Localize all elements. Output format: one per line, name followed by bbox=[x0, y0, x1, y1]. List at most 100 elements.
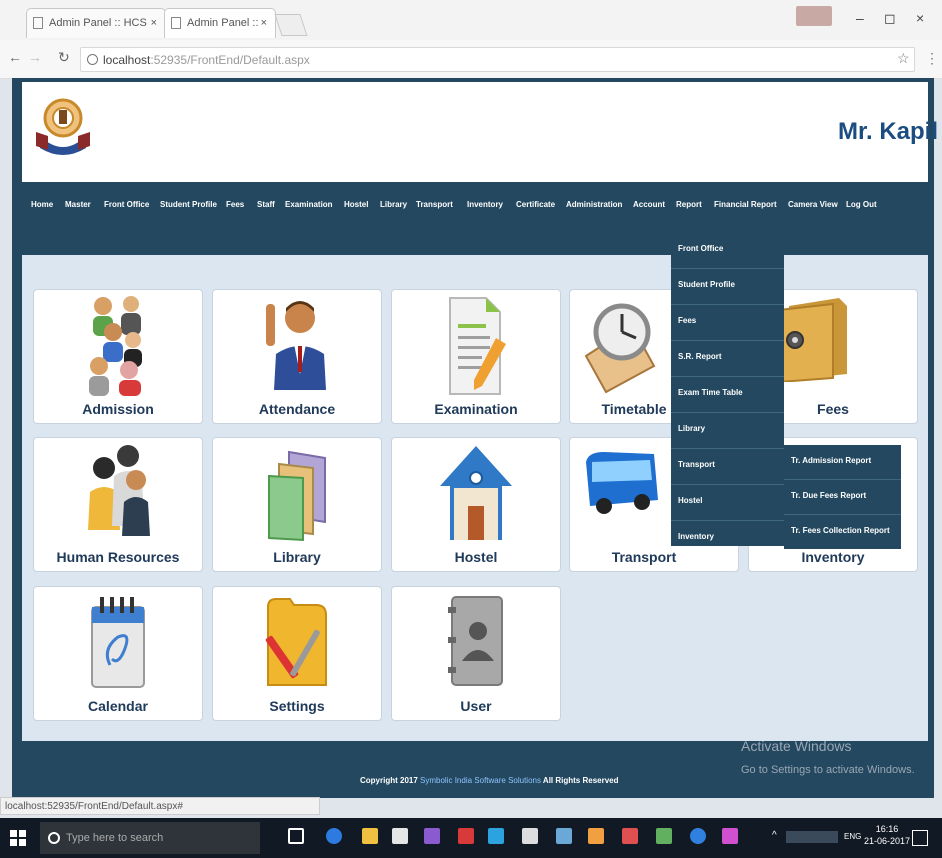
site-header bbox=[22, 82, 928, 182]
house-icon bbox=[440, 446, 512, 540]
report-dropdown: Front Office Student Profile Fees S.R. R… bbox=[671, 233, 784, 546]
maximize-button[interactable]: ◻ bbox=[884, 10, 896, 27]
report-item-sr-report[interactable]: S.R. Report bbox=[671, 341, 784, 377]
raised-hand-person-icon bbox=[266, 301, 326, 390]
menu-financial-report[interactable]: Financial Report bbox=[714, 200, 777, 209]
submenu-fees-collection-report[interactable]: Tr. Fees Collection Report bbox=[784, 515, 901, 549]
forward-icon[interactable]: → bbox=[28, 49, 42, 65]
tile-label: Library bbox=[273, 549, 321, 565]
taskbar-clock[interactable]: 16:16 21-06-2017 bbox=[864, 823, 910, 847]
menu-staff[interactable]: Staff bbox=[257, 200, 275, 209]
submenu-admission-report[interactable]: Tr. Admission Report bbox=[784, 445, 901, 480]
menu-certificate[interactable]: Certificate bbox=[516, 200, 555, 209]
close-icon[interactable]: × bbox=[261, 9, 267, 37]
browser-chrome-icon[interactable] bbox=[588, 828, 604, 844]
paint-icon[interactable] bbox=[556, 828, 572, 844]
file-explorer-icon[interactable] bbox=[362, 828, 378, 844]
close-window-button[interactable]: × bbox=[916, 10, 924, 26]
tile-library[interactable]: Library bbox=[212, 437, 382, 572]
safe-icon bbox=[777, 298, 847, 382]
menu-account[interactable]: Account bbox=[633, 200, 665, 209]
minimize-button[interactable]: – bbox=[856, 10, 864, 26]
page-icon bbox=[33, 17, 43, 29]
tile-user[interactable]: User bbox=[391, 586, 561, 721]
app-icon[interactable] bbox=[656, 828, 672, 844]
app-icon[interactable] bbox=[622, 828, 638, 844]
tile-label: Calendar bbox=[88, 698, 148, 714]
submenu-due-fees-report[interactable]: Tr. Due Fees Report bbox=[784, 480, 901, 515]
menu-camera-view[interactable]: Camera View bbox=[788, 200, 838, 209]
people-group-icon bbox=[89, 296, 142, 396]
menu-master[interactable]: Master bbox=[65, 200, 91, 209]
skype-icon[interactable] bbox=[488, 828, 504, 844]
tile-settings[interactable]: Settings bbox=[212, 586, 382, 721]
company-link[interactable]: Symbolic India Software Solutions bbox=[420, 776, 541, 785]
taskbar-search-box[interactable]: Type here to search bbox=[40, 822, 260, 854]
status-bar-url: localhost:52935/FrontEnd/Default.aspx# bbox=[0, 797, 320, 815]
store-icon[interactable] bbox=[392, 828, 408, 844]
menu-report[interactable]: Report bbox=[676, 200, 702, 209]
browser-tab-active[interactable]: Admin Panel :: HCS × bbox=[164, 8, 276, 57]
notification-icon[interactable] bbox=[912, 830, 928, 846]
tile-label: Hostel bbox=[454, 549, 498, 565]
tile-calendar[interactable]: Calendar bbox=[33, 586, 203, 721]
menu-hostel[interactable]: Hostel bbox=[344, 200, 368, 209]
settings-tools-icon bbox=[265, 598, 327, 686]
report-item-inventory[interactable]: Inventory bbox=[671, 521, 784, 557]
menu-transport[interactable]: Transport bbox=[416, 200, 453, 209]
activation-watermark-title: Activate Windows bbox=[741, 738, 852, 754]
tile-label: Human Resources bbox=[56, 549, 180, 565]
filezilla-icon[interactable] bbox=[458, 828, 474, 844]
url-field[interactable]: localhost:52935/FrontEnd/Default.aspx bbox=[80, 47, 915, 72]
windows-start-icon[interactable] bbox=[10, 830, 26, 846]
menu-front-office[interactable]: Front Office bbox=[104, 200, 149, 209]
back-icon[interactable]: ← bbox=[8, 49, 22, 65]
report-item-fees[interactable]: Fees bbox=[671, 305, 784, 341]
app-icon[interactable] bbox=[722, 828, 738, 844]
menu-home[interactable]: Home bbox=[31, 200, 53, 209]
report-item-exam-time-table[interactable]: Exam Time Table bbox=[671, 377, 784, 413]
menu-log-out[interactable]: Log Out bbox=[846, 200, 877, 209]
system-tray-icons[interactable] bbox=[786, 831, 838, 843]
menu-fees[interactable]: Fees bbox=[226, 200, 244, 209]
tile-label: User bbox=[460, 698, 492, 714]
tile-hostel[interactable]: Hostel bbox=[391, 437, 561, 572]
menu-library[interactable]: Library bbox=[380, 200, 407, 209]
language-indicator[interactable]: ENG bbox=[844, 832, 861, 841]
report-item-transport[interactable]: Transport bbox=[671, 449, 784, 485]
chevron-up-icon[interactable]: ^ bbox=[772, 830, 777, 841]
reload-icon[interactable]: ↻ bbox=[58, 49, 70, 66]
menu-student-profile[interactable]: Student Profile bbox=[160, 200, 217, 209]
menu-inventory[interactable]: Inventory bbox=[467, 200, 503, 209]
tile-attendance[interactable]: Attendance bbox=[212, 289, 382, 424]
menu-dots-icon[interactable]: ⋮ bbox=[925, 50, 939, 67]
menu-administration[interactable]: Administration bbox=[566, 200, 622, 209]
info-icon bbox=[87, 54, 98, 65]
report-item-student-profile[interactable]: Student Profile bbox=[671, 269, 784, 305]
bus-icon bbox=[586, 452, 659, 514]
activation-watermark-subtitle: Go to Settings to activate Windows. bbox=[741, 764, 915, 776]
report-item-front-office[interactable]: Front Office bbox=[671, 233, 784, 269]
task-view-icon[interactable] bbox=[288, 828, 304, 844]
school-logo bbox=[36, 98, 90, 155]
edge-icon[interactable] bbox=[326, 828, 342, 844]
exam-paper-pencil-icon bbox=[449, 297, 506, 395]
tile-label: Admission bbox=[82, 401, 154, 417]
browser-tab[interactable]: Admin Panel :: HCS × bbox=[26, 8, 166, 38]
visual-studio-icon[interactable] bbox=[424, 828, 440, 844]
user-address-book-icon bbox=[448, 596, 503, 686]
menu-examination[interactable]: Examination bbox=[285, 200, 333, 209]
tile-human-resources[interactable]: Human Resources bbox=[33, 437, 203, 572]
tile-label: Settings bbox=[269, 698, 325, 714]
user-name: Mr. Kapil bbox=[838, 118, 939, 145]
report-item-hostel[interactable]: Hostel bbox=[671, 485, 784, 521]
tile-admission[interactable]: Admission bbox=[33, 289, 203, 424]
clock-notebook-icon bbox=[585, 303, 656, 394]
notepad-icon[interactable] bbox=[522, 828, 538, 844]
content-strip bbox=[22, 255, 928, 283]
bookmark-star-icon[interactable]: ☆ bbox=[897, 50, 910, 67]
profile-button[interactable] bbox=[796, 6, 832, 26]
app-icon[interactable] bbox=[690, 828, 706, 844]
close-icon[interactable]: × bbox=[151, 9, 157, 37]
report-item-library[interactable]: Library bbox=[671, 413, 784, 449]
